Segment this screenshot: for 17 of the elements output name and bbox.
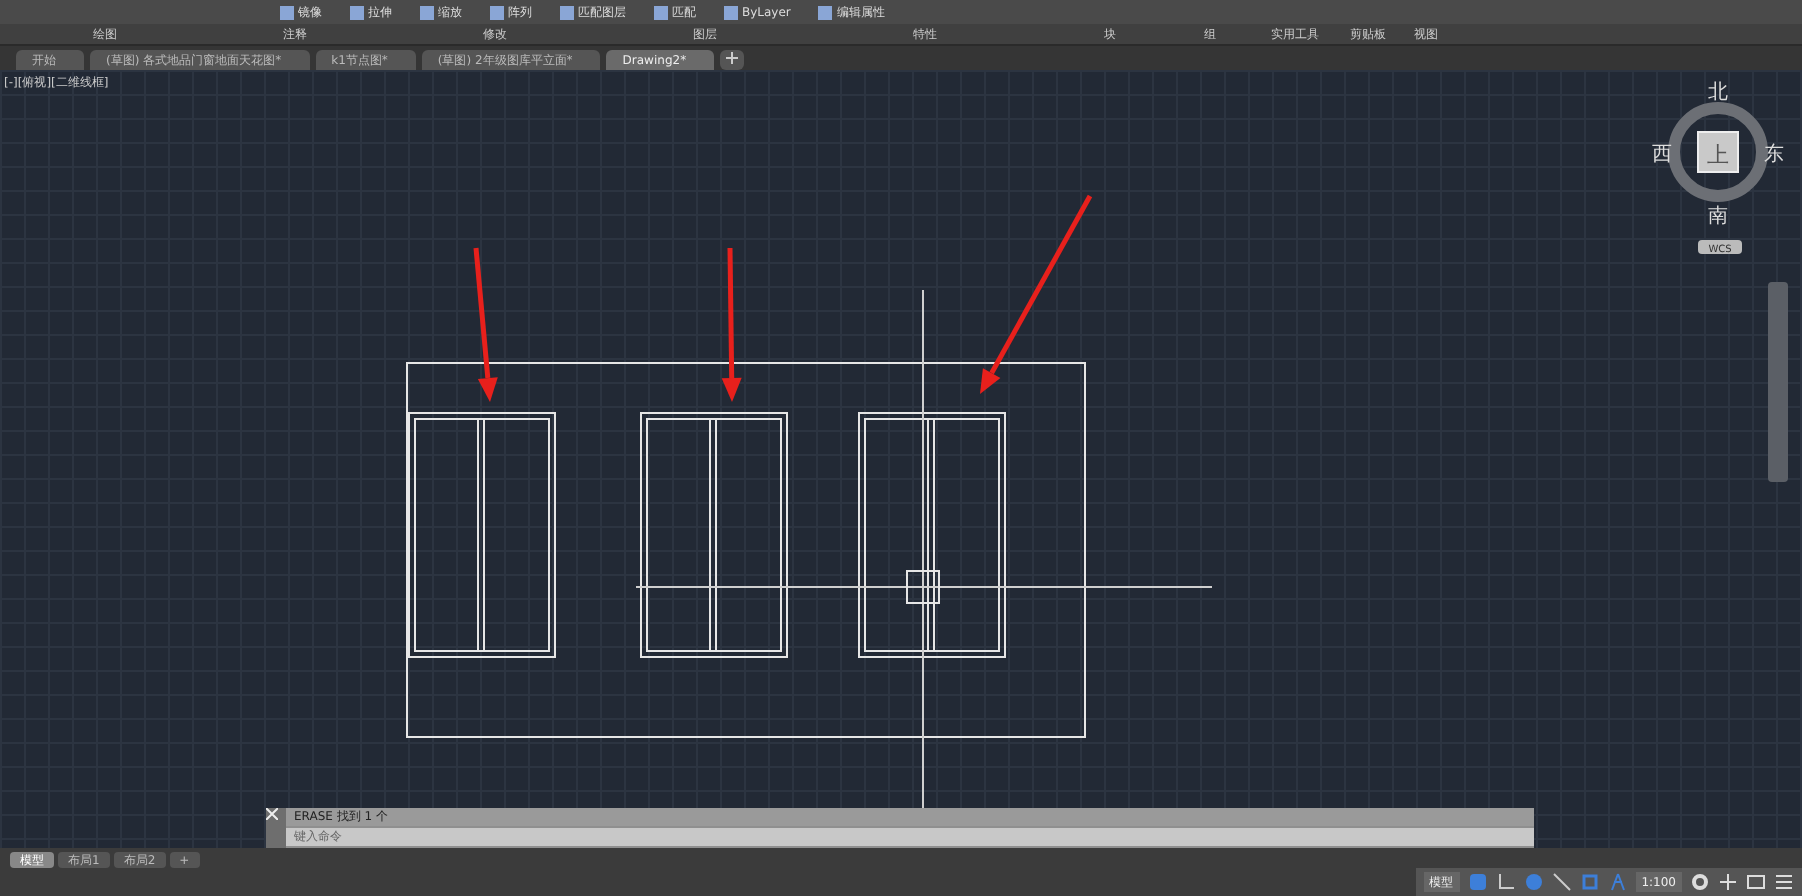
new-tab-button[interactable] (720, 50, 745, 70)
plus-icon[interactable] (1718, 872, 1738, 892)
monitor-icon[interactable] (1746, 872, 1766, 892)
menu-icon[interactable] (1774, 872, 1794, 892)
angle-icon[interactable] (1495, 872, 1516, 892)
pickbox (906, 570, 940, 604)
tool-icon (490, 5, 504, 19)
diagonal-line-icon[interactable] (1551, 872, 1572, 892)
close-icon[interactable] (266, 808, 286, 848)
tool-icon (560, 5, 574, 19)
tool-icon (654, 5, 668, 19)
tool-icon (724, 5, 738, 19)
tool-icon (350, 5, 364, 19)
tool-icon (280, 5, 294, 19)
tool-icon (818, 5, 833, 19)
tool-icon (420, 5, 434, 19)
settings-icon[interactable] (1690, 872, 1710, 892)
